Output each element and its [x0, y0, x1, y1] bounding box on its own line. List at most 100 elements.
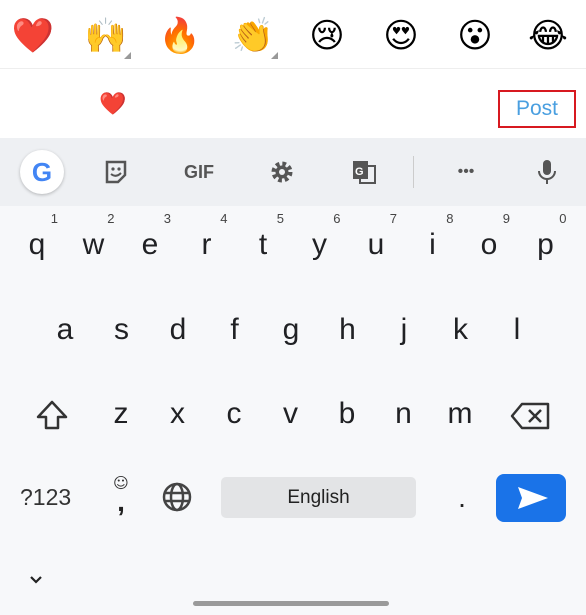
key-number-hint: 7	[389, 211, 397, 226]
comment-input[interactable]: ❤️	[99, 92, 126, 117]
reaction-tears-of-joy[interactable]: 😂	[526, 14, 570, 58]
gear-icon[interactable]	[262, 152, 302, 192]
key-number-hint: 4	[220, 211, 228, 226]
reaction-raising-hands[interactable]: 🙌	[84, 14, 128, 58]
key-label: o	[480, 228, 498, 261]
key-label: i	[429, 228, 436, 261]
key-p[interactable]: p0	[521, 211, 571, 275]
backspace-key[interactable]	[508, 398, 552, 434]
key-label: r	[201, 228, 212, 261]
key-number-hint: 1	[50, 211, 58, 226]
key-label: v	[283, 397, 298, 430]
shift-key[interactable]	[30, 396, 74, 436]
key-l[interactable]: l	[492, 300, 542, 360]
key-label: s	[114, 313, 129, 346]
key-label: j	[400, 313, 408, 346]
reaction-crying-face[interactable]: 😢	[305, 14, 349, 58]
key-label: t	[258, 228, 268, 261]
key-number-hint: 5	[276, 211, 284, 226]
comma-key[interactable]: ☺ ,	[108, 474, 134, 524]
key-number-hint: 3	[163, 211, 171, 226]
key-o[interactable]: o9	[464, 211, 514, 275]
key-c[interactable]: c	[209, 384, 259, 444]
key-y[interactable]: y6	[295, 211, 345, 275]
key-label: b	[338, 397, 356, 430]
home-indicator[interactable]	[193, 601, 389, 606]
key-b[interactable]: b	[322, 384, 372, 444]
key-g[interactable]: g	[266, 300, 316, 360]
variants-indicator	[271, 52, 278, 59]
google-icon[interactable]: G	[20, 150, 64, 194]
period-key[interactable]: .	[452, 482, 472, 514]
key-a[interactable]: a	[40, 300, 90, 360]
sticker-icon[interactable]	[96, 152, 136, 192]
key-k[interactable]: k	[436, 300, 486, 360]
key-j[interactable]: j	[379, 300, 429, 360]
key-u[interactable]: u7	[351, 211, 401, 275]
key-number-hint: 2	[107, 211, 115, 226]
key-label: w	[82, 228, 105, 261]
key-label: d	[169, 313, 187, 346]
key-x[interactable]: x	[153, 384, 203, 444]
key-d[interactable]: d	[153, 300, 203, 360]
space-key[interactable]: English	[221, 477, 416, 518]
key-i[interactable]: i8	[408, 211, 458, 275]
key-label: l	[513, 313, 521, 346]
key-number-hint: 6	[333, 211, 341, 226]
key-h[interactable]: h	[323, 300, 373, 360]
key-number-hint: 0	[559, 211, 567, 226]
keyboard-toolbar: G GIF G •••	[0, 138, 586, 206]
key-label: y	[312, 228, 327, 261]
key-number-hint: 9	[502, 211, 510, 226]
language-key[interactable]	[160, 480, 194, 514]
reaction-fire[interactable]: 🔥	[158, 14, 202, 58]
microphone-icon[interactable]	[527, 152, 567, 192]
key-v[interactable]: v	[266, 384, 316, 444]
more-icon[interactable]: •••	[446, 152, 486, 192]
chevron-down-icon	[30, 576, 42, 584]
key-number-hint: 8	[446, 211, 454, 226]
variants-indicator	[124, 52, 131, 59]
send-icon	[518, 487, 548, 509]
key-s[interactable]: s	[97, 300, 147, 360]
globe-icon	[162, 482, 192, 512]
key-n[interactable]: n	[379, 384, 429, 444]
key-q[interactable]: q1	[12, 211, 62, 275]
hide-keyboard-button[interactable]	[26, 570, 46, 590]
gif-icon[interactable]: GIF	[176, 152, 222, 192]
key-label: u	[367, 228, 385, 261]
key-w[interactable]: w2	[69, 211, 119, 275]
key-label: z	[113, 397, 129, 430]
post-button[interactable]: Post	[498, 90, 576, 128]
key-label: a	[56, 313, 74, 346]
key-label: k	[453, 313, 468, 346]
key-label: n	[395, 397, 412, 430]
reaction-clapping-hands[interactable]: 👏	[231, 14, 275, 58]
key-label: p	[537, 228, 554, 261]
key-label: q	[28, 228, 46, 261]
comma-label: ,	[117, 486, 125, 517]
reaction-heart-eyes[interactable]: 😍	[379, 14, 423, 58]
divider	[0, 68, 586, 69]
toolbar-divider	[413, 156, 414, 188]
key-label: e	[141, 228, 159, 261]
key-z[interactable]: z	[96, 384, 146, 444]
key-label: x	[170, 397, 185, 430]
key-label: c	[226, 397, 242, 430]
svg-text:G: G	[355, 166, 364, 178]
key-label: f	[230, 313, 239, 346]
shift-icon	[36, 400, 68, 430]
key-f[interactable]: f	[210, 300, 260, 360]
key-label: m	[447, 397, 473, 430]
key-m[interactable]: m	[435, 384, 485, 444]
reaction-surprised-face[interactable]: 😮	[453, 14, 497, 58]
key-t[interactable]: t5	[238, 211, 288, 275]
key-e[interactable]: e3	[125, 211, 175, 275]
backspace-icon	[510, 402, 550, 430]
key-label: h	[339, 313, 356, 346]
send-button[interactable]	[496, 474, 566, 522]
translate-icon[interactable]: G	[344, 152, 384, 192]
symbols-key[interactable]: ?123	[20, 484, 71, 511]
key-r[interactable]: r4	[182, 211, 232, 275]
reaction-red-heart[interactable]: ❤️	[11, 14, 55, 58]
